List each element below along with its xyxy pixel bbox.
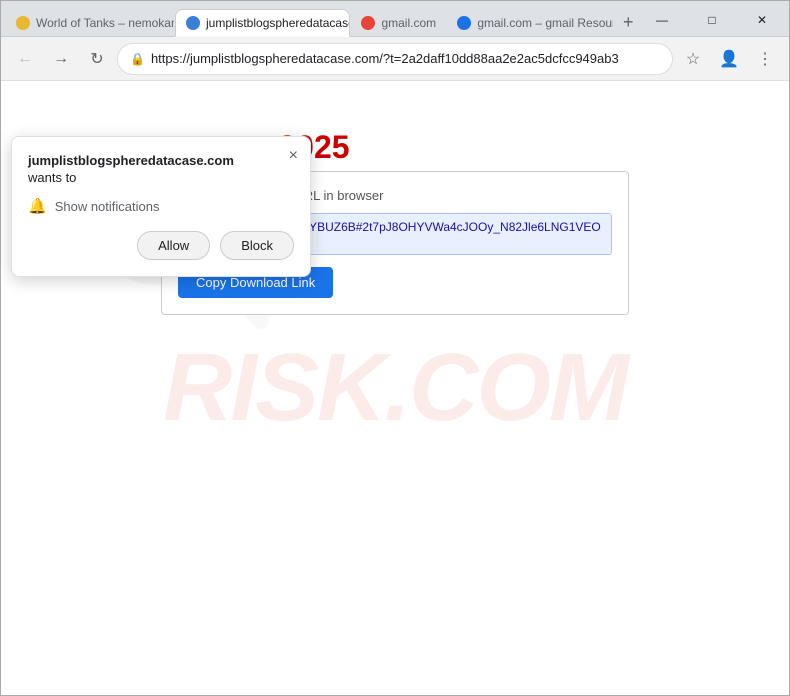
notification-popup: × jumplistblogspheredatacase.com wants t… — [11, 136, 311, 277]
popup-close-button[interactable]: × — [289, 147, 298, 165]
tab-wot-favicon — [16, 16, 30, 30]
tab-sgmail-favicon — [457, 16, 471, 30]
popup-permission-row: 🔔 Show notifications — [28, 197, 294, 215]
popup-domain: jumplistblogspheredatacase.com — [28, 153, 294, 168]
tab-sgmail[interactable]: gmail.com – gmail Resour... × — [446, 8, 613, 36]
tab-sgmail-label: gmail.com – gmail Resour... — [477, 16, 613, 30]
menu-button[interactable]: ⋮ — [749, 43, 781, 75]
new-tab-button[interactable]: + — [618, 8, 639, 36]
tab-jump-favicon — [186, 16, 200, 30]
tab-jump[interactable]: jumplistblogspheredatacase... × — [175, 9, 350, 37]
window-controls: — □ ✕ — [639, 4, 785, 36]
forward-button[interactable]: → — [45, 43, 77, 75]
back-button[interactable]: ← — [9, 43, 41, 75]
minimize-button[interactable]: — — [639, 4, 685, 36]
block-button[interactable]: Block — [220, 231, 294, 260]
watermark-text: RISK.COM — [163, 333, 627, 443]
lock-icon: 🔒 — [130, 52, 145, 66]
tab-wot-label: World of Tanks – nemokan... — [36, 16, 175, 30]
tab-gmail-label: gmail.com — [381, 16, 436, 30]
address-bar[interactable]: 🔒 https://jumplistblogspheredatacase.com… — [117, 43, 673, 75]
allow-button[interactable]: Allow — [137, 231, 210, 260]
popup-wants-text: wants to — [28, 170, 294, 185]
popup-actions: Allow Block — [28, 231, 294, 260]
browser-window: World of Tanks – nemokan... × jumplistbl… — [0, 0, 790, 696]
tab-gmail[interactable]: gmail.com × — [350, 8, 446, 36]
profile-button[interactable]: 👤 — [713, 43, 745, 75]
tab-wot[interactable]: World of Tanks – nemokan... × — [5, 8, 175, 36]
bookmark-button[interactable]: ☆ — [677, 43, 709, 75]
page-content: RISK.COM s: 2025 Copy and paste the URL … — [1, 81, 789, 695]
toolbar: ← → ↻ 🔒 https://jumplistblogspheredataca… — [1, 37, 789, 81]
reload-button[interactable]: ↻ — [81, 43, 113, 75]
maximize-button[interactable]: □ — [689, 4, 735, 36]
tab-bar: World of Tanks – nemokan... × jumplistbl… — [1, 1, 789, 37]
tab-gmail-favicon — [361, 16, 375, 30]
tab-jump-label: jumplistblogspheredatacase... — [206, 16, 350, 30]
address-text: https://jumplistblogspheredatacase.com/?… — [151, 51, 660, 66]
popup-permission-label: Show notifications — [55, 199, 160, 214]
close-button[interactable]: ✕ — [739, 4, 785, 36]
bell-icon: 🔔 — [28, 197, 47, 215]
